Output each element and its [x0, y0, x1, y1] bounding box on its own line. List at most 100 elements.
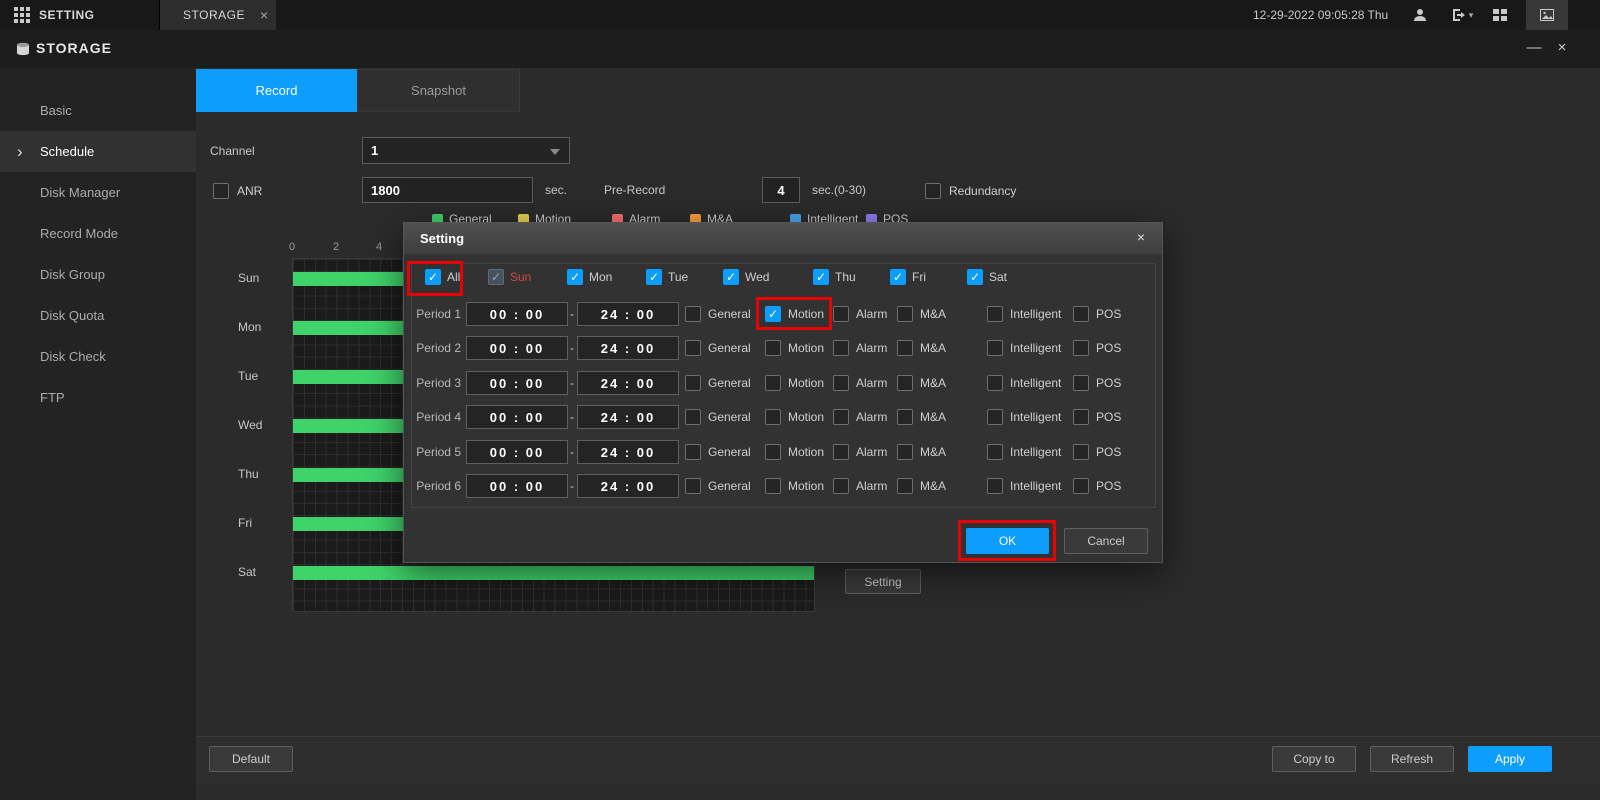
motion-checkbox[interactable]: ✓Motion	[765, 374, 824, 392]
period-end-time[interactable]: 24 : 00	[577, 440, 679, 464]
day-checkbox-wed[interactable]: ✓ Wed	[723, 268, 769, 286]
ma-checkbox[interactable]: ✓M&A	[897, 374, 946, 392]
user-icon[interactable]	[1404, 0, 1436, 30]
checkbox[interactable]: ✓	[1073, 444, 1089, 460]
checkbox[interactable]: ✓	[833, 478, 849, 494]
intelligent-checkbox[interactable]: ✓Intelligent	[987, 374, 1061, 392]
tab-storage[interactable]: STORAGE ×	[160, 0, 276, 30]
checkbox[interactable]: ✓	[987, 478, 1003, 494]
cancel-button[interactable]: Cancel	[1064, 528, 1148, 554]
checkbox[interactable]: ✓	[897, 375, 913, 391]
checkbox[interactable]: ✓	[765, 306, 781, 322]
general-checkbox[interactable]: ✓General	[685, 374, 751, 392]
redundancy-checkbox[interactable]: ✓ Redundancy	[925, 183, 1016, 199]
day-checkbox-all[interactable]: ✓ All	[425, 268, 460, 286]
sidebar-item-disk-group[interactable]: Disk Group	[0, 254, 196, 295]
checkbox[interactable]: ✓	[987, 306, 1003, 322]
dialog-title-bar[interactable]: Setting ×	[404, 223, 1162, 254]
ma-checkbox[interactable]: ✓M&A	[897, 477, 946, 495]
checkbox[interactable]: ✓	[1073, 306, 1089, 322]
period-end-time[interactable]: 24 : 00	[577, 405, 679, 429]
dialog-close-icon[interactable]: ×	[1132, 229, 1150, 245]
pos-checkbox[interactable]: ✓POS	[1073, 477, 1121, 495]
checkbox[interactable]: ✓	[833, 306, 849, 322]
period-start-time[interactable]: 00 : 00	[466, 405, 568, 429]
ma-checkbox[interactable]: ✓M&A	[897, 443, 946, 461]
intelligent-checkbox[interactable]: ✓Intelligent	[987, 443, 1061, 461]
ok-button[interactable]: OK	[966, 528, 1049, 554]
general-checkbox[interactable]: ✓General	[685, 339, 751, 357]
period-start-time[interactable]: 00 : 00	[466, 371, 568, 395]
sidebar-item-schedule[interactable]: › Schedule	[0, 131, 196, 172]
anr-checkbox[interactable]: ✓ ANR	[213, 183, 262, 199]
refresh-button[interactable]: Refresh	[1370, 746, 1454, 772]
logout-icon[interactable]: ▾	[1440, 0, 1484, 30]
pos-checkbox[interactable]: ✓POS	[1073, 305, 1121, 323]
checkbox[interactable]: ✓	[967, 269, 983, 285]
checkbox[interactable]: ✓	[765, 375, 781, 391]
period-end-time[interactable]: 24 : 00	[577, 474, 679, 498]
checkbox[interactable]: ✓	[488, 269, 504, 285]
tab-setting[interactable]: SETTING	[0, 0, 160, 30]
general-checkbox[interactable]: ✓General	[685, 443, 751, 461]
general-checkbox[interactable]: ✓General	[685, 477, 751, 495]
close-button[interactable]: ×	[1552, 39, 1572, 56]
alarm-checkbox[interactable]: ✓Alarm	[833, 339, 887, 357]
period-start-time[interactable]: 00 : 00	[466, 474, 568, 498]
sidebar-item-record-mode[interactable]: Record Mode	[0, 213, 196, 254]
pos-checkbox[interactable]: ✓POS	[1073, 339, 1121, 357]
day-checkbox-mon[interactable]: ✓ Mon	[567, 268, 612, 286]
checkbox[interactable]: ✓	[987, 375, 1003, 391]
apply-button[interactable]: Apply	[1468, 746, 1552, 772]
checkbox[interactable]: ✓	[765, 340, 781, 356]
checkbox[interactable]: ✓	[213, 183, 229, 199]
alarm-checkbox[interactable]: ✓Alarm	[833, 374, 887, 392]
intelligent-checkbox[interactable]: ✓Intelligent	[987, 477, 1061, 495]
day-checkbox-sat[interactable]: ✓ Sat	[967, 268, 1007, 286]
anr-input[interactable]	[362, 177, 533, 203]
period-start-time[interactable]: 00 : 00	[466, 336, 568, 360]
chevron-down-icon[interactable]: ▾	[1469, 10, 1474, 21]
sidebar-item-ftp[interactable]: FTP	[0, 377, 196, 418]
checkbox[interactable]: ✓	[833, 375, 849, 391]
checkbox[interactable]: ✓	[1073, 375, 1089, 391]
checkbox[interactable]: ✓	[685, 375, 701, 391]
copy-to-button[interactable]: Copy to	[1272, 746, 1356, 772]
checkbox[interactable]: ✓	[1073, 340, 1089, 356]
checkbox[interactable]: ✓	[685, 306, 701, 322]
pos-checkbox[interactable]: ✓POS	[1073, 408, 1121, 426]
checkbox[interactable]: ✓	[685, 409, 701, 425]
checkbox[interactable]: ✓	[890, 269, 906, 285]
day-checkbox-thu[interactable]: ✓ Thu	[813, 268, 856, 286]
checkbox[interactable]: ✓	[685, 340, 701, 356]
alarm-checkbox[interactable]: ✓Alarm	[833, 477, 887, 495]
sidebar-item-basic[interactable]: Basic	[0, 90, 196, 131]
channel-select[interactable]: 1	[362, 137, 570, 164]
pos-checkbox[interactable]: ✓POS	[1073, 374, 1121, 392]
checkbox[interactable]: ✓	[897, 340, 913, 356]
checkbox[interactable]: ✓	[897, 306, 913, 322]
checkbox[interactable]: ✓	[723, 269, 739, 285]
ma-checkbox[interactable]: ✓M&A	[897, 408, 946, 426]
motion-checkbox[interactable]: ✓Motion	[765, 339, 824, 357]
alarm-checkbox[interactable]: ✓Alarm	[833, 305, 887, 323]
checkbox[interactable]: ✓	[765, 444, 781, 460]
tab-snapshot[interactable]: Snapshot	[357, 69, 520, 112]
checkbox[interactable]: ✓	[987, 444, 1003, 460]
sidebar-item-disk-manager[interactable]: Disk Manager	[0, 172, 196, 213]
period-end-time[interactable]: 24 : 00	[577, 336, 679, 360]
intelligent-checkbox[interactable]: ✓Intelligent	[987, 339, 1061, 357]
tab-close-icon[interactable]: ×	[260, 7, 269, 23]
day-checkbox-fri[interactable]: ✓ Fri	[890, 268, 926, 286]
prerecord-input[interactable]	[762, 177, 800, 203]
tab-record[interactable]: Record	[196, 69, 357, 112]
preview-image-icon[interactable]	[1526, 0, 1568, 30]
minimize-button[interactable]: —	[1524, 39, 1544, 56]
checkbox[interactable]: ✓	[425, 269, 441, 285]
alarm-checkbox[interactable]: ✓Alarm	[833, 408, 887, 426]
sidebar-item-disk-quota[interactable]: Disk Quota	[0, 295, 196, 336]
checkbox[interactable]: ✓	[987, 340, 1003, 356]
general-checkbox[interactable]: ✓General	[685, 408, 751, 426]
intelligent-checkbox[interactable]: ✓Intelligent	[987, 305, 1061, 323]
period-end-time[interactable]: 24 : 00	[577, 371, 679, 395]
